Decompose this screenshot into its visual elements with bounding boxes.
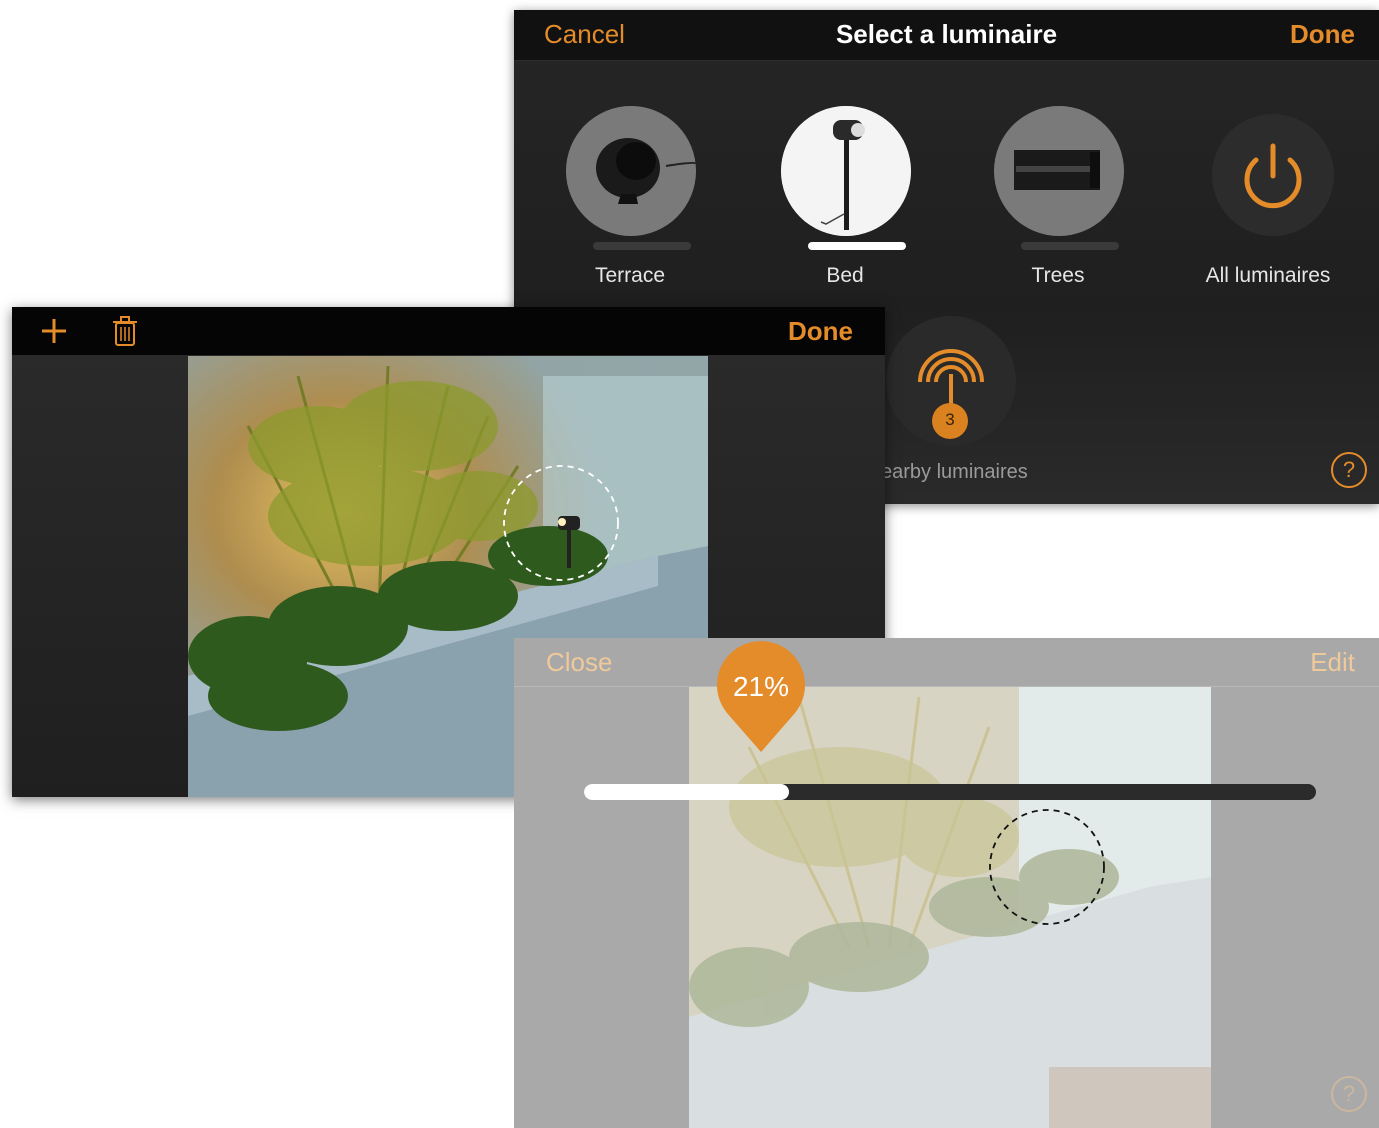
- trees-brightness-bar: [1021, 242, 1119, 250]
- bed-brightness-bar: [808, 242, 906, 250]
- luminaire-label: Bed: [826, 264, 864, 287]
- power-icon: [1244, 143, 1302, 209]
- luminaire-trees[interactable]: Trees: [958, 106, 1158, 306]
- trash-icon[interactable]: [112, 315, 138, 347]
- dim-navbar: Close Edit: [514, 638, 1379, 687]
- dim-panel: Close Edit 21% ?: [514, 638, 1379, 1128]
- trees-lamp-image: [994, 106, 1124, 236]
- brightness-pin: 21%: [715, 641, 807, 753]
- bed-lamp-image: [781, 106, 911, 236]
- dim-help-button[interactable]: ?: [1331, 1076, 1367, 1112]
- luminaire-terrace[interactable]: Terrace: [530, 106, 730, 306]
- page-title: Select a luminaire: [835, 19, 1058, 49]
- terrace-brightness-bar: [593, 242, 691, 250]
- brightness-value: 21%: [732, 671, 790, 702]
- nearby-luminaires-label: earby luminaires: [881, 461, 1028, 483]
- brightness-slider-fill: [584, 784, 789, 800]
- select-done-button[interactable]: Done: [1290, 19, 1355, 50]
- edit-navbar: Done: [12, 307, 885, 355]
- luminaire-label: Trees: [1031, 264, 1085, 287]
- nearby-count-badge: 3: [945, 410, 955, 429]
- cancel-button[interactable]: Cancel: [544, 19, 625, 50]
- luminaire-label: All luminaires: [1205, 264, 1331, 287]
- luminaire-all[interactable]: All luminaires: [1166, 106, 1366, 306]
- dimmed-garden-photo: [689, 687, 1211, 1128]
- edit-done-button[interactable]: Done: [788, 316, 853, 347]
- plus-icon[interactable]: [40, 317, 68, 345]
- all-luminaires-button: [1212, 114, 1334, 236]
- dim-edit-button[interactable]: Edit: [1310, 647, 1355, 678]
- close-button[interactable]: Close: [546, 647, 612, 678]
- brightness-slider[interactable]: [584, 784, 1316, 800]
- help-button[interactable]: ?: [1331, 452, 1367, 488]
- nearby-luminaires-button[interactable]: 3: [886, 316, 1016, 446]
- select-navbar: Cancel Select a luminaire Done: [514, 10, 1379, 61]
- terrace-lamp-image: [566, 106, 696, 236]
- luminaire-bed[interactable]: Bed: [745, 106, 945, 306]
- luminaire-label: Terrace: [594, 264, 666, 287]
